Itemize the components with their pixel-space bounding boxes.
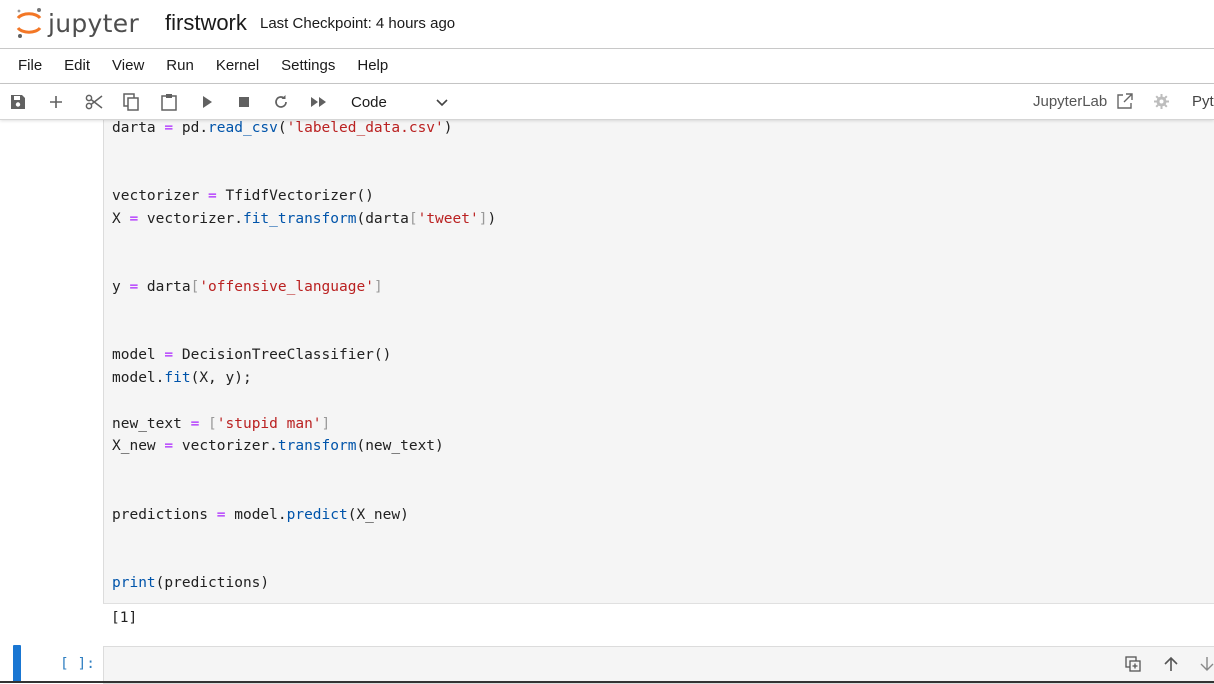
notebook-title[interactable]: firstwork [165, 10, 247, 36]
code-line: print(predictions) [112, 575, 270, 591]
notebook-toolbar: Code JupyterLab Pyt [0, 84, 1214, 120]
jupyter-logo-icon [16, 8, 42, 38]
external-link-icon[interactable] [1116, 93, 1133, 115]
chevron-down-icon [435, 95, 449, 112]
menu-file[interactable]: File [0, 49, 53, 83]
code-line: vectorizer = TfidfVectorizer() [112, 188, 374, 204]
paste-icon[interactable] [159, 92, 179, 112]
kernel-name[interactable]: Pyt [1192, 93, 1214, 110]
jupyter-logo[interactable]: jupyter [14, 5, 139, 41]
menu-help[interactable]: Help [346, 49, 399, 83]
code-cell[interactable]: darta = pd.read_csv('labeled_data.csv') … [103, 119, 1214, 604]
stop-icon[interactable] [234, 92, 254, 112]
add-cell-icon[interactable] [46, 92, 66, 112]
code-line: X_new = vectorizer.transform(new_text) [112, 438, 444, 454]
cell-type-select[interactable]: Code [351, 92, 451, 112]
run-icon[interactable] [197, 92, 217, 112]
restart-icon[interactable] [271, 92, 291, 112]
menu-settings[interactable]: Settings [270, 49, 346, 83]
menu-kernel[interactable]: Kernel [205, 49, 270, 83]
empty-code-cell[interactable] [103, 646, 1214, 684]
fast-forward-icon[interactable] [309, 92, 329, 112]
open-in-jupyterlab-link[interactable]: JupyterLab [1033, 93, 1107, 110]
menu-bar: File Edit View Run Kernel Settings Help [0, 49, 1214, 84]
code-line: X = vectorizer.fit_transform(darta['twee… [112, 211, 497, 227]
menu-edit[interactable]: Edit [53, 49, 101, 83]
code-line: y = darta['offensive_language'] [112, 279, 383, 295]
move-up-icon[interactable] [1162, 655, 1180, 673]
active-cell-indicator [13, 645, 21, 682]
menu-run[interactable]: Run [155, 49, 205, 83]
code-editor[interactable]: darta = pd.read_csv('labeled_data.csv') … [112, 120, 496, 591]
menu-view[interactable]: View [101, 49, 155, 83]
checkpoint-status: Last Checkpoint: 4 hours ago [260, 15, 456, 32]
code-line: predictions = model.predict(X_new) [112, 507, 409, 523]
kernel-status-gear-icon[interactable] [1153, 93, 1170, 115]
logo-text: jupyter [48, 8, 140, 38]
top-header: jupyter firstwork Last Checkpoint: 4 hou… [0, 0, 1214, 49]
cell-prompt: [ ]: [60, 656, 95, 672]
code-line: darta = pd.read_csv('labeled_data.csv') [112, 120, 453, 136]
cut-icon[interactable] [84, 92, 104, 112]
cell-output: [1] [111, 610, 138, 626]
code-line: model.fit(X, y); [112, 370, 252, 386]
save-icon[interactable] [8, 92, 28, 112]
code-line: new_text = ['stupid man'] [112, 416, 331, 432]
copy-icon[interactable] [121, 92, 141, 112]
cell-type-value: Code [351, 93, 387, 111]
move-down-icon[interactable] [1198, 655, 1214, 673]
duplicate-cell-icon[interactable] [1124, 655, 1142, 673]
code-line: model = DecisionTreeClassifier() [112, 347, 392, 363]
